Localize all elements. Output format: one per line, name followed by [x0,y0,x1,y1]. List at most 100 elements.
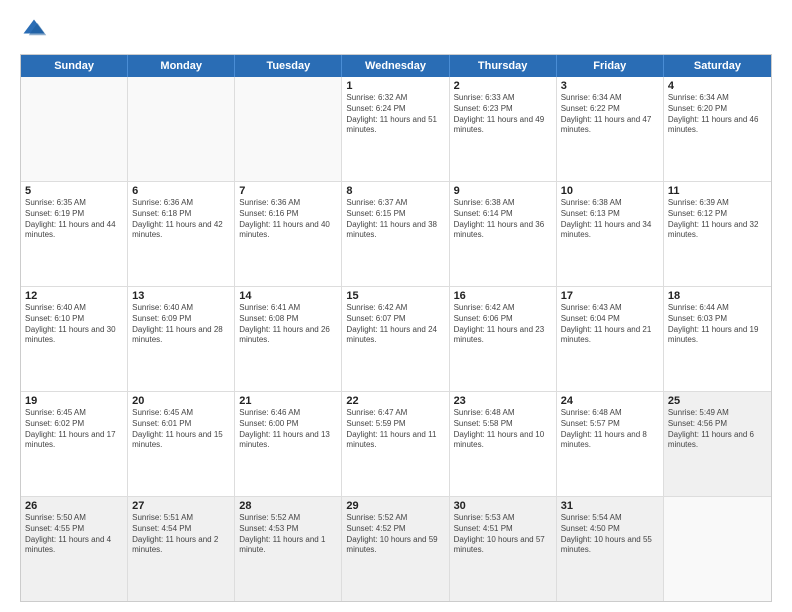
day-info: Sunrise: 6:32 AM Sunset: 6:24 PM Dayligh… [346,93,444,136]
day-cell-18: 18Sunrise: 6:44 AM Sunset: 6:03 PM Dayli… [664,287,771,391]
day-of-week-wednesday: Wednesday [342,55,449,77]
day-info: Sunrise: 6:46 AM Sunset: 6:00 PM Dayligh… [239,408,337,451]
day-cell-6: 6Sunrise: 6:36 AM Sunset: 6:18 PM Daylig… [128,182,235,286]
day-number: 27 [132,500,230,512]
day-info: Sunrise: 6:34 AM Sunset: 6:20 PM Dayligh… [668,93,767,136]
day-cell-5: 5Sunrise: 6:35 AM Sunset: 6:19 PM Daylig… [21,182,128,286]
empty-cell [128,77,235,181]
day-info: Sunrise: 6:42 AM Sunset: 6:06 PM Dayligh… [454,303,552,346]
day-cell-2: 2Sunrise: 6:33 AM Sunset: 6:23 PM Daylig… [450,77,557,181]
day-info: Sunrise: 5:50 AM Sunset: 4:55 PM Dayligh… [25,513,123,556]
calendar-row-1: 1Sunrise: 6:32 AM Sunset: 6:24 PM Daylig… [21,77,771,181]
day-cell-21: 21Sunrise: 6:46 AM Sunset: 6:00 PM Dayli… [235,392,342,496]
day-info: Sunrise: 6:33 AM Sunset: 6:23 PM Dayligh… [454,93,552,136]
day-info: Sunrise: 6:36 AM Sunset: 6:16 PM Dayligh… [239,198,337,241]
day-number: 16 [454,290,552,302]
day-number: 24 [561,395,659,407]
day-cell-8: 8Sunrise: 6:37 AM Sunset: 6:15 PM Daylig… [342,182,449,286]
day-number: 10 [561,185,659,197]
calendar: SundayMondayTuesdayWednesdayThursdayFrid… [20,54,772,602]
day-of-week-monday: Monday [128,55,235,77]
day-info: Sunrise: 6:47 AM Sunset: 5:59 PM Dayligh… [346,408,444,451]
logo [20,16,52,44]
day-number: 18 [668,290,767,302]
day-cell-28: 28Sunrise: 5:52 AM Sunset: 4:53 PM Dayli… [235,497,342,601]
day-info: Sunrise: 6:38 AM Sunset: 6:14 PM Dayligh… [454,198,552,241]
day-number: 13 [132,290,230,302]
day-number: 6 [132,185,230,197]
day-number: 26 [25,500,123,512]
day-number: 9 [454,185,552,197]
day-number: 23 [454,395,552,407]
day-cell-16: 16Sunrise: 6:42 AM Sunset: 6:06 PM Dayli… [450,287,557,391]
day-info: Sunrise: 6:38 AM Sunset: 6:13 PM Dayligh… [561,198,659,241]
day-cell-9: 9Sunrise: 6:38 AM Sunset: 6:14 PM Daylig… [450,182,557,286]
day-cell-10: 10Sunrise: 6:38 AM Sunset: 6:13 PM Dayli… [557,182,664,286]
day-info: Sunrise: 6:48 AM Sunset: 5:58 PM Dayligh… [454,408,552,451]
day-info: Sunrise: 6:36 AM Sunset: 6:18 PM Dayligh… [132,198,230,241]
day-cell-12: 12Sunrise: 6:40 AM Sunset: 6:10 PM Dayli… [21,287,128,391]
day-number: 25 [668,395,767,407]
day-cell-29: 29Sunrise: 5:52 AM Sunset: 4:52 PM Dayli… [342,497,449,601]
day-info: Sunrise: 6:45 AM Sunset: 6:01 PM Dayligh… [132,408,230,451]
day-number: 3 [561,80,659,92]
day-info: Sunrise: 6:45 AM Sunset: 6:02 PM Dayligh… [25,408,123,451]
calendar-row-5: 26Sunrise: 5:50 AM Sunset: 4:55 PM Dayli… [21,496,771,601]
day-of-week-friday: Friday [557,55,664,77]
day-info: Sunrise: 6:37 AM Sunset: 6:15 PM Dayligh… [346,198,444,241]
day-info: Sunrise: 6:39 AM Sunset: 6:12 PM Dayligh… [668,198,767,241]
day-number: 28 [239,500,337,512]
day-info: Sunrise: 6:43 AM Sunset: 6:04 PM Dayligh… [561,303,659,346]
day-cell-15: 15Sunrise: 6:42 AM Sunset: 6:07 PM Dayli… [342,287,449,391]
day-cell-25: 25Sunrise: 5:49 AM Sunset: 4:56 PM Dayli… [664,392,771,496]
day-number: 8 [346,185,444,197]
empty-cell [21,77,128,181]
logo-icon [20,16,48,44]
day-info: Sunrise: 5:51 AM Sunset: 4:54 PM Dayligh… [132,513,230,556]
day-cell-7: 7Sunrise: 6:36 AM Sunset: 6:16 PM Daylig… [235,182,342,286]
day-cell-3: 3Sunrise: 6:34 AM Sunset: 6:22 PM Daylig… [557,77,664,181]
day-info: Sunrise: 5:49 AM Sunset: 4:56 PM Dayligh… [668,408,767,451]
day-info: Sunrise: 6:44 AM Sunset: 6:03 PM Dayligh… [668,303,767,346]
day-number: 20 [132,395,230,407]
day-cell-22: 22Sunrise: 6:47 AM Sunset: 5:59 PM Dayli… [342,392,449,496]
day-number: 14 [239,290,337,302]
day-cell-30: 30Sunrise: 5:53 AM Sunset: 4:51 PM Dayli… [450,497,557,601]
day-cell-17: 17Sunrise: 6:43 AM Sunset: 6:04 PM Dayli… [557,287,664,391]
day-cell-20: 20Sunrise: 6:45 AM Sunset: 6:01 PM Dayli… [128,392,235,496]
day-cell-4: 4Sunrise: 6:34 AM Sunset: 6:20 PM Daylig… [664,77,771,181]
day-info: Sunrise: 6:42 AM Sunset: 6:07 PM Dayligh… [346,303,444,346]
day-of-week-thursday: Thursday [450,55,557,77]
day-number: 17 [561,290,659,302]
day-number: 19 [25,395,123,407]
day-cell-11: 11Sunrise: 6:39 AM Sunset: 6:12 PM Dayli… [664,182,771,286]
day-number: 1 [346,80,444,92]
day-info: Sunrise: 5:52 AM Sunset: 4:52 PM Dayligh… [346,513,444,556]
day-info: Sunrise: 5:52 AM Sunset: 4:53 PM Dayligh… [239,513,337,556]
empty-cell [664,497,771,601]
day-number: 21 [239,395,337,407]
day-number: 12 [25,290,123,302]
day-number: 22 [346,395,444,407]
day-cell-1: 1Sunrise: 6:32 AM Sunset: 6:24 PM Daylig… [342,77,449,181]
day-cell-24: 24Sunrise: 6:48 AM Sunset: 5:57 PM Dayli… [557,392,664,496]
day-number: 31 [561,500,659,512]
day-cell-13: 13Sunrise: 6:40 AM Sunset: 6:09 PM Dayli… [128,287,235,391]
day-number: 15 [346,290,444,302]
day-number: 29 [346,500,444,512]
day-of-week-tuesday: Tuesday [235,55,342,77]
day-cell-27: 27Sunrise: 5:51 AM Sunset: 4:54 PM Dayli… [128,497,235,601]
header [20,16,772,44]
day-info: Sunrise: 6:34 AM Sunset: 6:22 PM Dayligh… [561,93,659,136]
day-number: 11 [668,185,767,197]
day-info: Sunrise: 6:40 AM Sunset: 6:09 PM Dayligh… [132,303,230,346]
day-info: Sunrise: 6:35 AM Sunset: 6:19 PM Dayligh… [25,198,123,241]
day-of-week-saturday: Saturday [664,55,771,77]
day-number: 7 [239,185,337,197]
day-number: 4 [668,80,767,92]
day-cell-14: 14Sunrise: 6:41 AM Sunset: 6:08 PM Dayli… [235,287,342,391]
day-info: Sunrise: 6:40 AM Sunset: 6:10 PM Dayligh… [25,303,123,346]
calendar-row-3: 12Sunrise: 6:40 AM Sunset: 6:10 PM Dayli… [21,286,771,391]
calendar-header: SundayMondayTuesdayWednesdayThursdayFrid… [21,55,771,77]
day-number: 2 [454,80,552,92]
